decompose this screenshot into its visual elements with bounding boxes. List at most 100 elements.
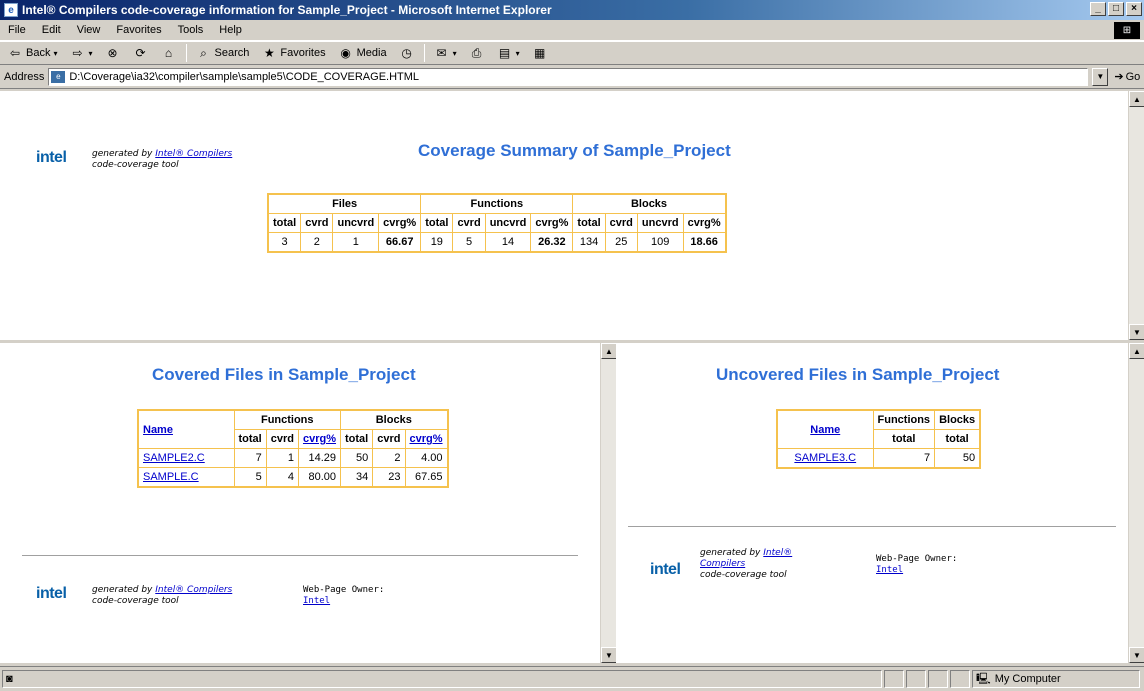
intel-link-part1[interactable]: Intel® (763, 548, 792, 558)
owner-link[interactable]: Intel (303, 596, 330, 606)
table-cell: SAMPLE.C (137, 467, 235, 488)
table-row: SAMPLE2.C 7 1 14.29 50 2 4.00 (137, 448, 449, 468)
stop-button[interactable]: ⊗ (102, 45, 124, 61)
search-button[interactable]: ⌕ Search (193, 45, 253, 61)
generated-by-text: generated by Intel® Compilers code-cover… (92, 585, 233, 606)
col-header: cvrg% (682, 213, 727, 233)
intel-compilers-link[interactable]: Intel® Compilers (155, 585, 232, 595)
group-header-functions: Functions (420, 193, 574, 214)
history-button[interactable]: ◷ (396, 45, 418, 61)
file-link[interactable]: SAMPLE3.C (794, 452, 856, 464)
uncovered-table: Name Functions Blocks total total SAMPLE… (776, 409, 982, 469)
computer-icon: 🖳 (976, 672, 991, 685)
menu-view[interactable]: View (69, 24, 109, 36)
uncovered-title: Uncovered Files in Sample_Project (716, 365, 1000, 384)
back-arrow-icon: ⇦ (9, 46, 21, 60)
table-cell: 26.32 (530, 232, 574, 253)
col-header: total (340, 429, 374, 449)
name-sort-link[interactable]: Name (143, 424, 173, 436)
chevron-down-icon: ▾ (452, 48, 457, 58)
group-header-blocks: Blocks (934, 409, 981, 430)
file-link[interactable]: SAMPLE.C (143, 471, 199, 483)
home-button[interactable]: ⌂ (158, 45, 180, 61)
mail-button[interactable]: ✉ ▾ (431, 45, 460, 61)
menu-favorites[interactable]: Favorites (108, 24, 169, 36)
compilers-link-part2[interactable]: Compilers (700, 559, 745, 569)
table-cell: 4.00 (404, 448, 449, 468)
scroll-down-button[interactable]: ▼ (1129, 324, 1144, 340)
scroll-down-button[interactable]: ▼ (1129, 647, 1144, 663)
menu-edit[interactable]: Edit (34, 24, 69, 36)
intel-compilers-link[interactable]: Intel® Compilers (155, 149, 232, 159)
scroll-down-button[interactable]: ▼ (601, 647, 617, 663)
stop-icon: ⊗ (107, 46, 118, 60)
covered-scrollbar[interactable]: ▲ ▼ (600, 343, 617, 663)
address-url: D:\Coverage\ia32\compiler\sample\sample5… (69, 70, 420, 83)
col-header: cvrg% (378, 213, 422, 233)
mail-icon: ✉ (436, 46, 447, 60)
col-header: total (267, 213, 302, 233)
status-bar: ◙ 🖳 My Computer (0, 666, 1144, 691)
col-header: uncvrd (484, 213, 532, 233)
cvrg-sort-link[interactable]: cvrg% (410, 433, 443, 445)
generated-by-text: generated by Intel® Compilers code-cover… (92, 149, 233, 170)
table-cell: SAMPLE2.C (137, 448, 235, 468)
col-header: cvrd (372, 429, 406, 449)
table-cell: 14.29 (297, 448, 342, 468)
menu-tools[interactable]: Tools (170, 24, 212, 36)
windows-logo-icon: ⊞ (1114, 22, 1140, 39)
media-button[interactable]: ◉ Media (335, 45, 390, 61)
table-row: SAMPLE.C 5 4 80.00 34 23 67.65 (137, 467, 449, 488)
refresh-icon: ⟳ (135, 46, 146, 60)
intel-logo: intel (36, 585, 67, 602)
scroll-up-button[interactable]: ▲ (1129, 343, 1144, 359)
menu-file[interactable]: File (0, 24, 34, 36)
discuss-button[interactable]: ▦ (529, 45, 551, 61)
scroll-up-button[interactable]: ▲ (1129, 91, 1144, 107)
name-sort-link[interactable]: Name (810, 424, 840, 436)
toolbar: ⇦ Back ▾ ⇨ ▾ ⊗ ⟳ ⌂ ⌕ Search ★ Favorites ◉ Medi… (0, 41, 1144, 65)
intel-logo: intel (36, 149, 67, 166)
table-cell: 23 (372, 467, 406, 488)
covered-table: Name Functions Blocks total cvrd cvrg% t… (137, 409, 449, 488)
scroll-up-button[interactable]: ▲ (601, 343, 617, 359)
cvrg-sort-link[interactable]: cvrg% (303, 433, 336, 445)
col-header: total (934, 429, 981, 449)
table-cell: 5 (452, 232, 486, 253)
table-cell: SAMPLE3.C (776, 448, 874, 469)
minimize-button[interactable]: _ (1090, 2, 1106, 16)
close-button[interactable]: × (1126, 2, 1142, 16)
intel-logo: intel (650, 561, 681, 578)
table-cell: 50 (340, 448, 374, 468)
status-cell (884, 670, 904, 688)
address-dropdown-button[interactable]: ▼ (1092, 67, 1109, 86)
table-cell: 4 (265, 467, 299, 488)
generated-by-text: generated by Intel® Compilers code-cover… (700, 548, 793, 580)
go-button[interactable]: ➔ Go (1114, 70, 1140, 84)
uncovered-scrollbar[interactable]: ▲ ▼ (1128, 343, 1144, 663)
edit-button[interactable]: ▤ ▾ (494, 45, 523, 61)
back-button[interactable]: ⇦ Back ▾ (4, 45, 60, 61)
discuss-icon: ▦ (533, 46, 546, 60)
table-cell: 18.66 (682, 232, 727, 253)
title-bar: e Intel® Compilers code-coverage informa… (0, 0, 1144, 20)
address-input[interactable]: e D:\Coverage\ia32\compiler\sample\sampl… (48, 67, 1089, 86)
forward-button[interactable]: ⇨ ▾ (66, 45, 95, 61)
print-button[interactable]: ⎙ (466, 45, 488, 61)
table-cell: 80.00 (297, 467, 342, 488)
table-cell: 109 (636, 232, 684, 253)
table-cell: 3 (267, 232, 302, 253)
owner-link[interactable]: Intel (876, 565, 903, 575)
menu-help[interactable]: Help (211, 24, 250, 36)
history-icon: ◷ (401, 46, 412, 60)
favorites-button[interactable]: ★ Favorites (258, 45, 328, 61)
file-link[interactable]: SAMPLE2.C (143, 452, 205, 464)
summary-title: Coverage Summary of Sample_Project (418, 141, 731, 160)
status-cell (906, 670, 926, 688)
address-label: Address (4, 70, 45, 83)
maximize-button[interactable]: □ (1108, 2, 1124, 16)
summary-scrollbar[interactable]: ▲ ▼ (1128, 91, 1144, 340)
table-cell: 34 (340, 467, 374, 488)
forward-arrow-icon: ⇨ (72, 46, 83, 60)
refresh-button[interactable]: ⟳ (130, 45, 152, 61)
